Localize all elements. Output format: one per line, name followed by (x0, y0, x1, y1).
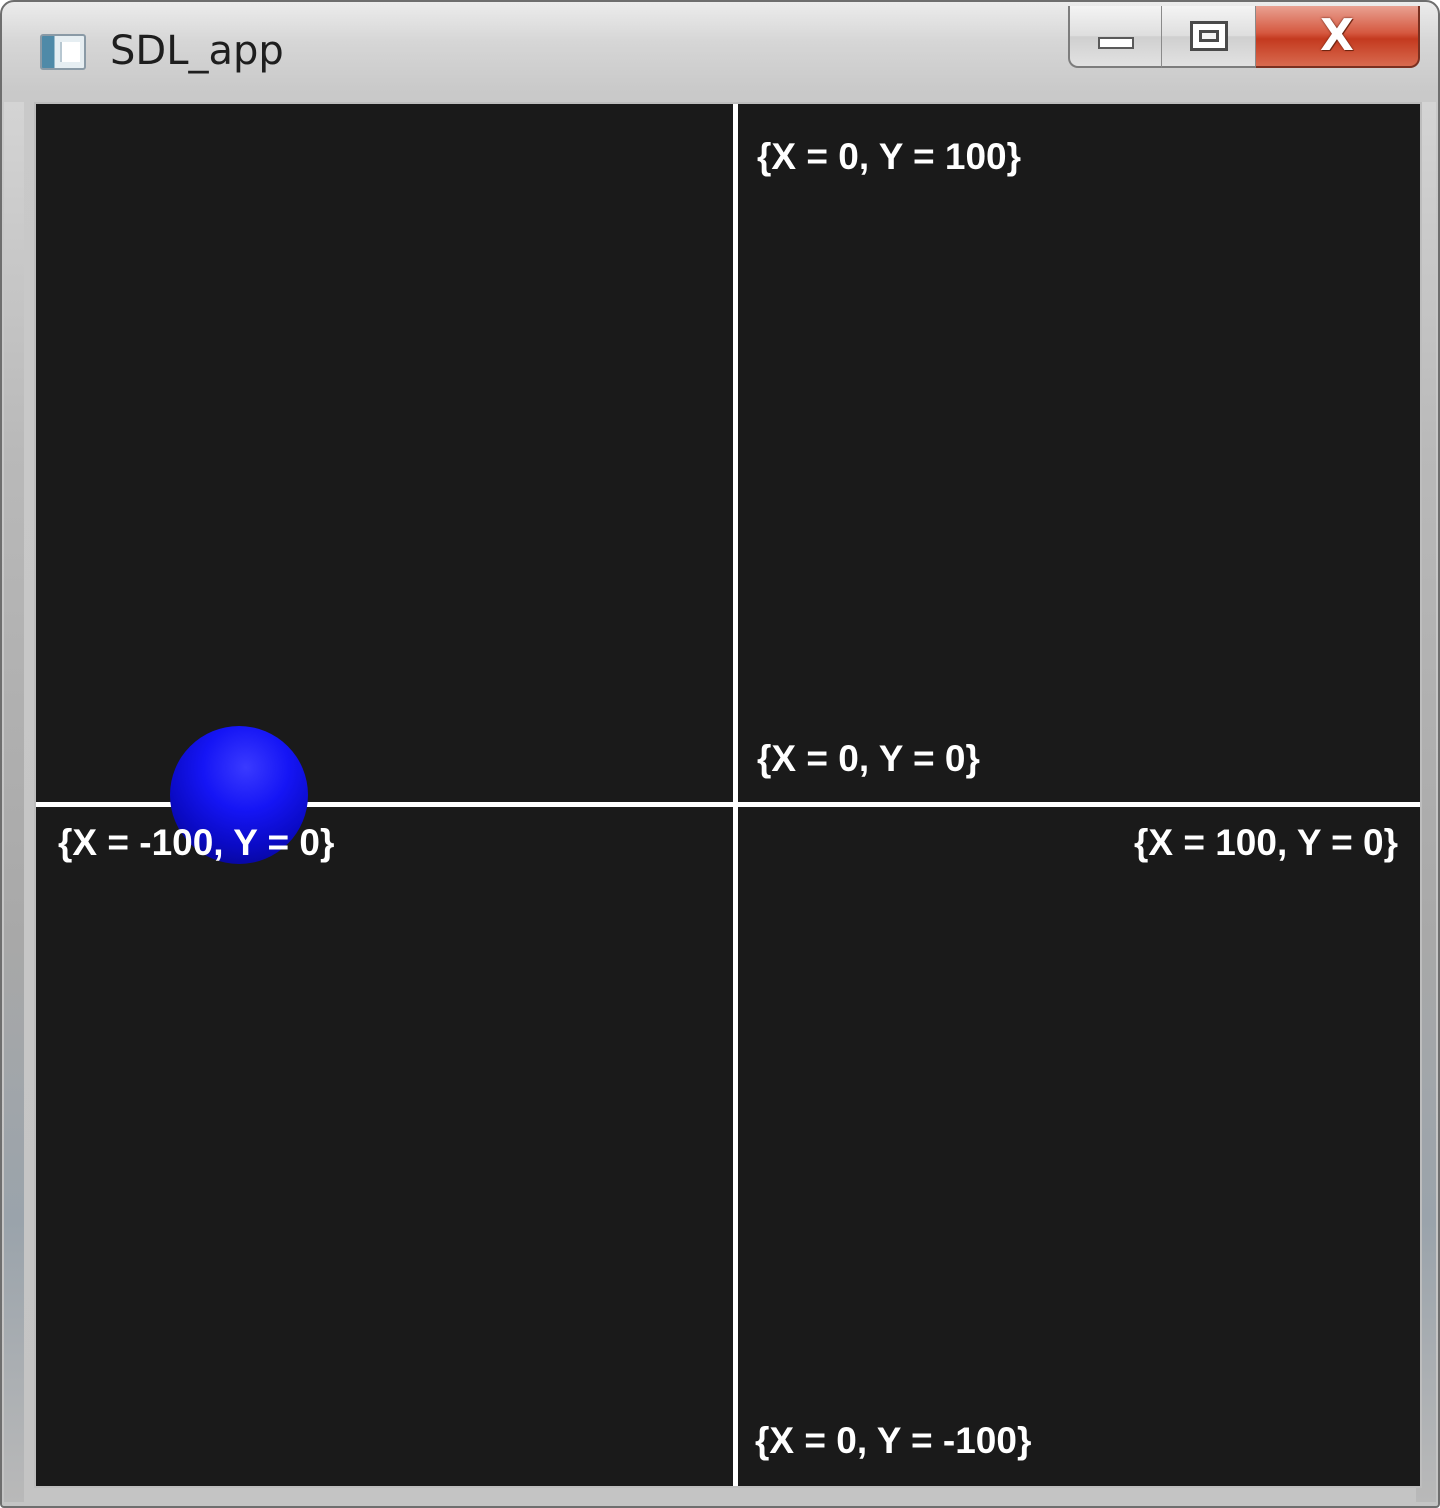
label-origin: {X = 0, Y = 0} (757, 738, 980, 779)
maximize-button[interactable] (1162, 6, 1256, 68)
sdl-app-window: SDL_app X {X = 0, Y = 100} {X = 0, Y = 0… (0, 0, 1440, 1508)
app-window-icon (40, 34, 86, 70)
minimize-icon (1097, 37, 1134, 49)
label-right: {X = 100, Y = 0} (1133, 822, 1398, 863)
label-bottom: {X = 0, Y = -100} (755, 1420, 1032, 1461)
minimize-button[interactable] (1068, 6, 1162, 68)
title-bar[interactable]: SDL_app X (2, 2, 1438, 100)
label-top: {X = 0, Y = 100} (757, 136, 1022, 177)
window-title: SDL_app (110, 28, 284, 74)
label-left: {X = -100, Y = 0} (58, 822, 335, 863)
window-frame-left (4, 102, 24, 1502)
close-icon: X (1320, 10, 1354, 61)
maximize-icon (1189, 21, 1228, 51)
y-axis-line (733, 104, 738, 1486)
close-button[interactable]: X (1256, 6, 1420, 68)
caption-buttons: X (1068, 6, 1420, 68)
render-canvas[interactable]: {X = 0, Y = 100} {X = 0, Y = 0} {X = -10… (34, 102, 1422, 1488)
